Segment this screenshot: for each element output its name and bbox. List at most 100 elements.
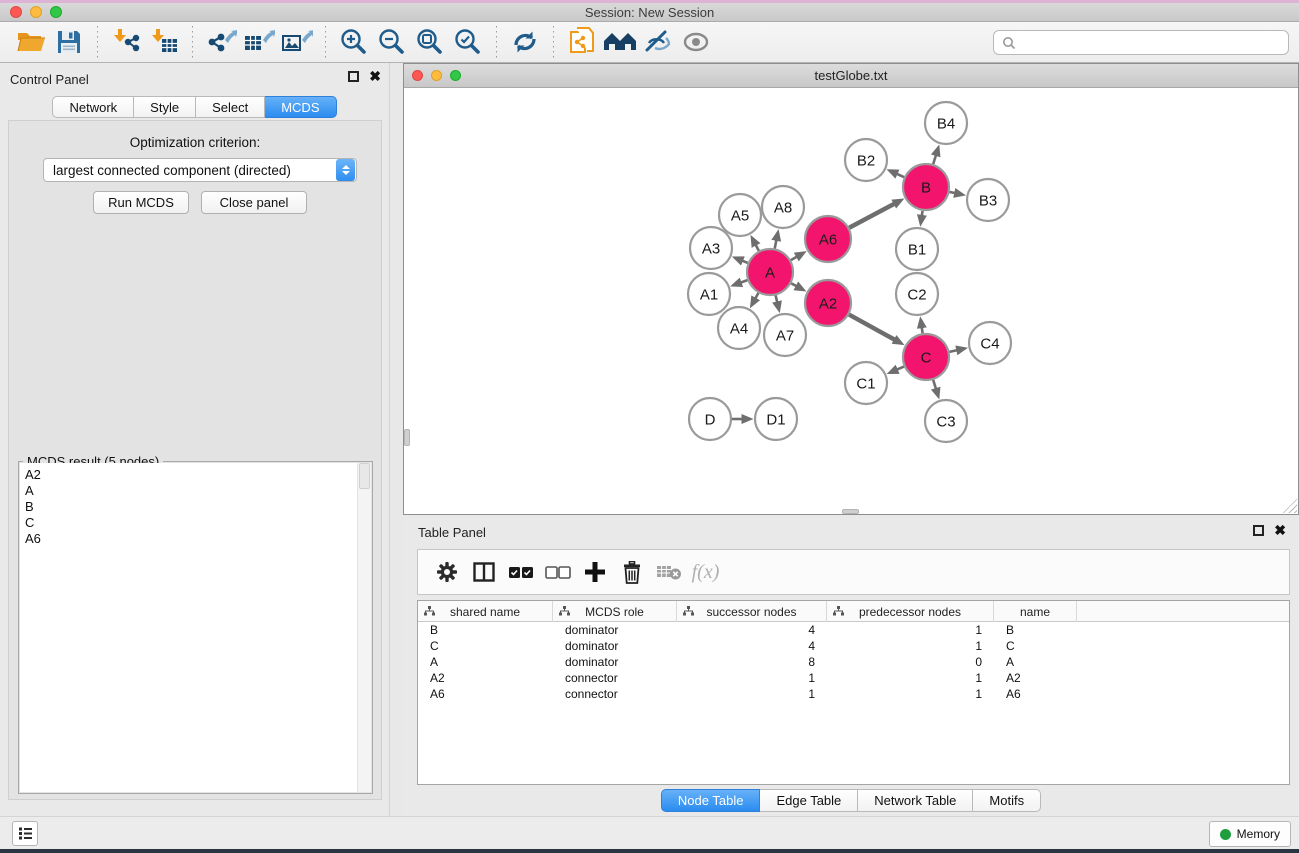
table-cell[interactable]: A2 — [994, 671, 1077, 685]
tab-mcds[interactable]: MCDS — [265, 96, 336, 118]
graph-node-C1[interactable]: C1 — [845, 362, 887, 404]
optimization-criterion-dropdown[interactable]: largest connected component (directed) — [43, 158, 357, 182]
graph-node-B3[interactable]: B3 — [967, 179, 1009, 221]
table-cell[interactable]: dominator — [553, 655, 677, 669]
result-item[interactable]: A2 — [25, 467, 357, 483]
graph-edge-B-B2[interactable] — [897, 174, 904, 177]
graph-edge-C-C4[interactable] — [949, 350, 956, 352]
delete-table-icon[interactable] — [650, 554, 687, 590]
table-header-row[interactable]: shared nameMCDS rolesuccessor nodesprede… — [418, 601, 1289, 622]
tab-style[interactable]: Style — [134, 96, 196, 118]
result-item[interactable]: A6 — [25, 531, 357, 547]
show-all-icon[interactable] — [677, 25, 715, 59]
table-cell[interactable]: C — [418, 639, 553, 653]
graph-node-C4[interactable]: C4 — [969, 322, 1011, 364]
table-body[interactable]: Bdominator41BCdominator41CAdominator80AA… — [418, 622, 1289, 702]
import-network-icon[interactable] — [107, 25, 145, 59]
result-item[interactable]: B — [25, 499, 357, 515]
column-header-predecessor-nodes[interactable]: predecessor nodes — [827, 601, 994, 622]
graph-edge-A-A8[interactable] — [775, 240, 777, 248]
export-image-icon[interactable] — [278, 25, 316, 59]
graph-edge-A-A6[interactable] — [791, 257, 797, 260]
graph-edge-A-A2[interactable] — [791, 283, 796, 286]
graph-edge-A-A4[interactable] — [755, 293, 758, 298]
table-cell[interactable]: B — [418, 623, 553, 637]
table-cell[interactable]: A6 — [994, 687, 1077, 701]
close-panel-button[interactable]: Close panel — [201, 191, 307, 214]
table-cell[interactable]: A — [418, 655, 553, 669]
table-settings-gear-icon[interactable] — [428, 554, 465, 590]
column-header-successor-nodes[interactable]: successor nodes — [677, 601, 827, 622]
table-cell[interactable]: 0 — [827, 655, 994, 669]
table-cell[interactable]: connector — [553, 687, 677, 701]
graph-node-B[interactable]: B — [903, 164, 949, 210]
graph-edge-A-A7[interactable] — [776, 295, 778, 302]
graph-edge-A-A1[interactable] — [741, 280, 747, 282]
table-cell[interactable]: 4 — [677, 639, 827, 653]
export-table-icon[interactable] — [240, 25, 278, 59]
refresh-icon[interactable] — [506, 25, 544, 59]
unselect-all-columns-icon[interactable] — [539, 554, 576, 590]
graph-edge-A6-B[interactable] — [849, 204, 894, 228]
table-cell[interactable]: dominator — [553, 639, 677, 653]
table-row[interactable]: Adominator80A — [418, 654, 1289, 670]
network-horizontal-scrollbar[interactable] — [842, 509, 859, 514]
graph-node-C[interactable]: C — [903, 334, 949, 380]
graph-node-D1[interactable]: D1 — [755, 398, 797, 440]
graph-edge-A-A3[interactable] — [742, 261, 747, 263]
table-cell[interactable]: 1 — [827, 639, 994, 653]
graph-node-C3[interactable]: C3 — [925, 400, 967, 442]
result-scrollbar[interactable] — [357, 463, 371, 792]
table-cell[interactable]: 1 — [677, 671, 827, 685]
table-cell[interactable]: 4 — [677, 623, 827, 637]
graph-node-A1[interactable]: A1 — [688, 273, 730, 315]
table-cell[interactable]: 1 — [827, 671, 994, 685]
graph-node-B2[interactable]: B2 — [845, 139, 887, 181]
graph-edge-B-B1[interactable] — [922, 211, 923, 216]
graph-edge-B-B3[interactable] — [949, 192, 954, 193]
network-zoom-button[interactable] — [450, 70, 461, 81]
close-table-panel-icon[interactable]: ✖ — [1274, 525, 1286, 536]
first-neighbors-icon[interactable] — [601, 25, 639, 59]
graph-node-B4[interactable]: B4 — [925, 102, 967, 144]
table-row[interactable]: A2connector11A2 — [418, 670, 1289, 686]
graph-edge-A2-C[interactable] — [849, 315, 894, 340]
network-close-button[interactable] — [412, 70, 423, 81]
show-panel-list-button[interactable] — [12, 821, 38, 846]
network-canvas[interactable]: B4B2BB3A5A8A6B1A3AA1C2A2A4A7C4CC1C3DD1 — [404, 89, 1298, 514]
graph-node-A8[interactable]: A8 — [762, 186, 804, 228]
search-input[interactable] — [1022, 35, 1280, 50]
delete-column-trash-icon[interactable] — [613, 554, 650, 590]
zoom-window-button[interactable] — [50, 6, 62, 18]
graph-edge-A-A5[interactable] — [756, 245, 759, 251]
graph-node-A2[interactable]: A2 — [805, 280, 851, 326]
graph-node-A4[interactable]: A4 — [718, 307, 760, 349]
network-minimize-button[interactable] — [431, 70, 442, 81]
result-item[interactable]: C — [25, 515, 357, 531]
graph-node-A6[interactable]: A6 — [805, 216, 851, 262]
close-panel-icon[interactable]: ✖ — [369, 71, 381, 82]
table-tab-node-table[interactable]: Node Table — [661, 789, 761, 812]
graph-node-B1[interactable]: B1 — [896, 228, 938, 270]
table-tab-motifs[interactable]: Motifs — [973, 789, 1041, 812]
graph-edge-C-C2[interactable] — [922, 328, 923, 334]
save-session-icon[interactable] — [50, 25, 88, 59]
graph-edge-C-C1[interactable] — [897, 367, 904, 370]
table-row[interactable]: Bdominator41B — [418, 622, 1289, 638]
graph-node-D[interactable]: D — [689, 398, 731, 440]
graph-node-A5[interactable]: A5 — [719, 194, 761, 236]
column-header-shared-name[interactable]: shared name — [418, 601, 553, 622]
table-tab-edge-table[interactable]: Edge Table — [760, 789, 858, 812]
graph-edge-B-B4[interactable] — [933, 155, 936, 164]
new-network-from-selection-icon[interactable] — [563, 25, 601, 59]
tab-network[interactable]: Network — [52, 96, 134, 118]
table-cell[interactable]: A2 — [418, 671, 553, 685]
zoom-fit-icon[interactable] — [411, 25, 449, 59]
table-cell[interactable]: B — [994, 623, 1077, 637]
table-cell[interactable]: A6 — [418, 687, 553, 701]
show-columns-icon[interactable] — [465, 554, 502, 590]
zoom-selected-icon[interactable] — [449, 25, 487, 59]
node-table[interactable]: shared nameMCDS rolesuccessor nodesprede… — [417, 600, 1290, 785]
run-mcds-button[interactable]: Run MCDS — [93, 191, 189, 214]
float-panel-icon[interactable] — [348, 71, 359, 82]
